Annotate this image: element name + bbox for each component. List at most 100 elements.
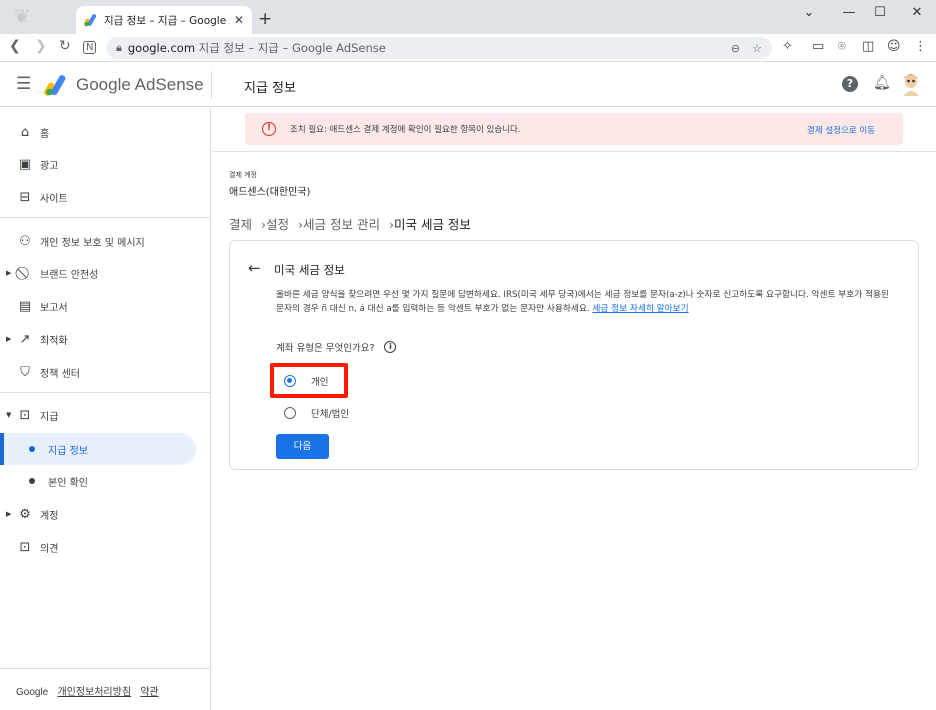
url-bar[interactable]: 🔒︎ google.com 지급 정보 – 지급 – Google AdSens… <box>106 37 772 59</box>
sidebar-item-payment-info[interactable]: 지급 정보 <box>0 433 196 465</box>
sidebar-item-brand-safety[interactable]: ▶ ⃠ 브랜드 안전성 <box>0 257 196 289</box>
screenshot-icon[interactable]: ⌾ <box>838 39 846 54</box>
adsense-app: ☰ Google AdSense 지급 정보 ? 🔔︎ ⌂ 홈 ▣ 광고 ⊟ 사… <box>0 63 936 710</box>
browser-menu-icon[interactable]: ⋮ <box>914 39 927 54</box>
bookmark-icon[interactable]: ☆ <box>752 42 762 55</box>
reload-icon[interactable]: ↻ <box>59 38 71 54</box>
trend-icon: ↗ <box>19 331 31 347</box>
radio-individual-label[interactable]: 개인 <box>311 374 328 388</box>
avatar[interactable] <box>900 72 922 96</box>
sidebar-item-payments[interactable]: ▼ ⊡ 지급 <box>0 399 196 431</box>
banner-divider <box>212 151 936 152</box>
sidebar-item-sites[interactable]: ⊟ 사이트 <box>0 181 196 213</box>
adsense-favicon-icon <box>83 13 98 27</box>
breadcrumb-settings[interactable]: 설정 <box>266 217 289 232</box>
bullet-dot-icon <box>29 478 35 484</box>
go-to-payment-settings-link[interactable]: 결제 설정으로 이동 <box>807 124 875 136</box>
naver-n-icon[interactable]: N <box>83 41 97 54</box>
hamburger-menu-icon[interactable]: ☰ <box>16 74 31 94</box>
address-toolbar: ❮ ❯ ↻ N 🔒︎ google.com 지급 정보 – 지급 – Googl… <box>0 34 936 62</box>
expand-caret-icon[interactable]: ▶ <box>6 510 11 518</box>
expand-caret-icon[interactable]: ▶ <box>6 269 11 277</box>
next-button[interactable]: 다음 <box>276 434 329 459</box>
maximize-button[interactable]: ☐ <box>865 5 895 20</box>
sidebar-divider <box>0 217 211 218</box>
adsense-logo-icon <box>44 74 68 96</box>
browser-tab[interactable]: 지급 정보 – 지급 – Google AdSe ✕ <box>76 6 252 34</box>
sidebar-item-verification[interactable]: 본인 확인 <box>0 465 196 497</box>
terms-link[interactable]: 약관 <box>140 687 158 698</box>
action-required-banner: ! 조치 필요: 애드센스 결제 계정에 확인이 필요한 항목이 있습니다. 결… <box>245 113 903 145</box>
ads-icon: ▣ <box>18 156 32 172</box>
sidebar-item-label: 본인 확인 <box>48 477 88 489</box>
minimize-button[interactable]: — <box>834 5 864 20</box>
policy-icon: ⛉ <box>20 364 30 380</box>
card-title: 미국 세금 정보 <box>274 263 345 277</box>
sidebar-item-label: 지급 <box>40 411 59 423</box>
block-icon: ⃠ <box>16 266 34 281</box>
sidebar-item-label: 홈 <box>40 128 50 140</box>
sidebar-item-home[interactable]: ⌂ 홈 <box>0 116 196 148</box>
sidebar-item-label: 브랜드 안전성 <box>40 269 99 281</box>
sidebar-item-reports[interactable]: ▤ 보고서 <box>0 290 196 322</box>
extensions-icon[interactable]: ✧ <box>782 39 793 54</box>
alert-text: 조치 필요: 애드센스 결제 계정에 확인이 필요한 항목이 있습니다. <box>290 125 521 135</box>
breadcrumb-us-tax-info: 미국 세금 정보 <box>393 217 471 232</box>
video-icon[interactable]: ▭ <box>812 39 824 54</box>
help-icon[interactable]: ? <box>842 76 858 92</box>
info-icon[interactable]: i <box>384 341 397 353</box>
sidebar-item-label: 지급 정보 <box>48 445 88 457</box>
sidebar-divider <box>0 392 211 393</box>
radio-organization-label[interactable]: 단체/법인 <box>311 406 349 420</box>
back-arrow-icon[interactable]: ← <box>248 259 261 277</box>
learn-more-tax-link[interactable]: 세금 정보 자세히 알아보기 <box>592 304 688 314</box>
url-host: google.com <box>127 41 196 55</box>
sidebar-item-label: 보고서 <box>40 302 68 314</box>
notifications-bell-icon[interactable]: 🔔︎ <box>873 75 891 91</box>
sidebar-item-label: 광고 <box>40 160 59 172</box>
new-tab-button[interactable]: + <box>258 9 272 29</box>
zoom-icon[interactable]: ⊖ <box>731 42 740 55</box>
sidebar-divider <box>0 668 211 669</box>
close-window-button[interactable]: ✕ <box>902 5 932 20</box>
question-text: 계좌 유형은 무엇인가요? <box>276 343 375 354</box>
home-icon: ⌂ <box>20 124 30 140</box>
sidepanel-icon[interactable]: ◫ <box>862 39 874 54</box>
sidebar-item-label: 계정 <box>40 510 59 522</box>
error-icon: ! <box>262 122 276 136</box>
radio-organization[interactable] <box>284 407 296 419</box>
sidebar-item-optimization[interactable]: ▶ ↗ 최적화 <box>0 323 196 355</box>
forward-icon[interactable]: ❯ <box>35 38 47 54</box>
back-icon[interactable]: ❮ <box>9 38 21 54</box>
breadcrumb-payments[interactable]: 결제 <box>229 217 252 232</box>
reports-icon: ▤ <box>18 298 32 314</box>
sidebar-item-policy-center[interactable]: ⛉ 정책 센터 <box>0 356 196 388</box>
privacy-policy-link[interactable]: 개인정보처리방침 <box>57 687 131 698</box>
sidebar-item-label: 사이트 <box>40 193 68 205</box>
sidebar-footer: Google 개인정보처리방침 약관 <box>16 683 159 698</box>
sidebar-item-label: 최적화 <box>40 335 68 347</box>
us-tax-info-card: ← 미국 세금 정보 올바른 세금 양식을 찾으려면 우선 몇 가지 질문에 답… <box>229 240 919 470</box>
gear-icon: ⚙ <box>19 506 31 522</box>
sidebar-item-label: 개인 정보 보호 및 메시지 <box>40 237 145 249</box>
account-type-question: 계좌 유형은 무엇인가요? i <box>276 340 397 354</box>
expand-caret-icon[interactable]: ▶ <box>6 335 11 343</box>
sidebar-item-privacy[interactable]: ⚇ 개인 정보 보호 및 메시지 <box>0 225 196 257</box>
header-divider <box>211 71 212 99</box>
sidebar-item-feedback[interactable]: ⊡ 의견 <box>0 531 196 563</box>
app-header: ☰ Google AdSense 지급 정보 ? 🔔︎ <box>0 63 936 107</box>
radio-individual[interactable] <box>284 375 296 387</box>
tab-search-icon[interactable]: ⌄ <box>794 5 824 20</box>
profile-icon[interactable]: ☺ <box>887 39 901 54</box>
tab-close-icon[interactable]: ✕ <box>234 13 244 27</box>
annotation-highlight-box <box>270 363 348 398</box>
browser-titlebar: ❦ 지급 정보 – 지급 – Google AdSe ✕ + ⌄ — ☐ ✕ <box>0 0 936 34</box>
sidebar: ⌂ 홈 ▣ 광고 ⊟ 사이트 ⚇ 개인 정보 보호 및 메시지 ▶ ⃠ 브랜드 … <box>0 108 211 710</box>
page-title: 지급 정보 <box>244 81 296 96</box>
sidebar-item-label: 정책 센터 <box>40 368 80 380</box>
sidebar-item-ads[interactable]: ▣ 광고 <box>0 148 196 180</box>
sidebar-item-account[interactable]: ▶ ⚙ 계정 <box>0 498 196 530</box>
breadcrumb-tax-info[interactable]: 세금 정보 관리 <box>303 217 380 232</box>
collapse-caret-icon[interactable]: ▼ <box>6 411 11 419</box>
payments-icon: ⊡ <box>19 407 31 423</box>
